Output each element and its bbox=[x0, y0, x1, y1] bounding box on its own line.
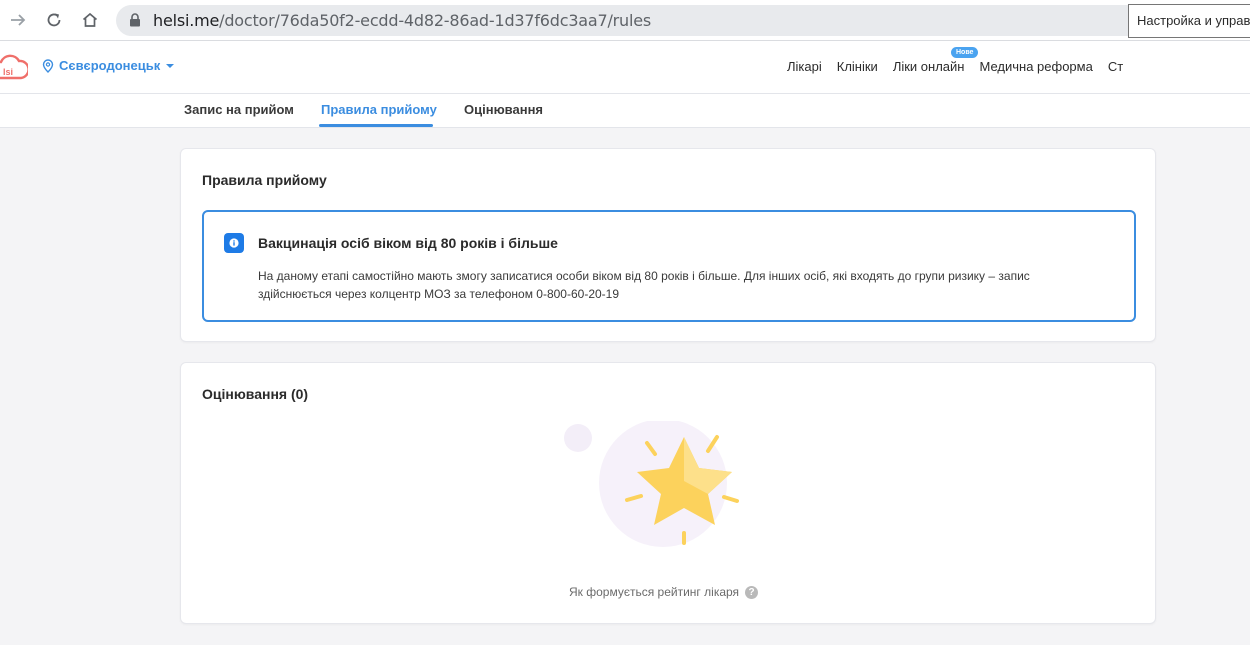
tab-rules[interactable]: Правила прийому bbox=[321, 102, 437, 117]
address-bar[interactable]: helsi.me/doctor/76da50f2-ecdd-4d82-86ad-… bbox=[116, 5, 1240, 36]
city-name: Сєвєродонецьк bbox=[59, 58, 161, 73]
cloud-logo-icon: lsi bbox=[0, 54, 30, 80]
location-pin-icon bbox=[42, 58, 54, 73]
forward-button[interactable] bbox=[6, 8, 30, 32]
lock-icon bbox=[130, 13, 140, 27]
info-title: Вакцинація осіб віком від 80 років і біл… bbox=[258, 235, 558, 251]
url-text: helsi.me/doctor/76da50f2-ecdd-4d82-86ad-… bbox=[153, 11, 651, 30]
city-selector[interactable]: Сєвєродонецьк bbox=[42, 58, 175, 73]
question-icon: ? bbox=[745, 585, 759, 599]
empty-rating-illustration bbox=[561, 419, 751, 556]
rating-explanation-text: Як формується рейтинг лікаря bbox=[569, 585, 740, 599]
nav-doctors[interactable]: Лікарі bbox=[787, 59, 822, 74]
nav-medicines-online[interactable]: Ліки онлайн bbox=[893, 59, 965, 74]
site-header: lsi Сєвєродонецьк Лікарі Клініки Ліки он… bbox=[0, 41, 1250, 94]
nav-medical-reform[interactable]: Медична реформа bbox=[979, 59, 1092, 74]
home-icon bbox=[82, 12, 98, 27]
rating-card: Оцінювання (0) Як формується рейтинг лік… bbox=[180, 362, 1156, 624]
info-text: На даному етапі самостійно мають змогу з… bbox=[258, 269, 1030, 301]
rules-card-title: Правила прийому bbox=[202, 172, 327, 188]
info-i-icon bbox=[229, 238, 239, 248]
reload-icon bbox=[47, 13, 61, 27]
star-illustration-icon bbox=[564, 419, 739, 547]
nav-clinics[interactable]: Клініки bbox=[837, 59, 878, 74]
rating-explanation-link[interactable]: Як формується рейтинг лікаря ? bbox=[569, 585, 759, 599]
tab-appointment[interactable]: Запис на прийом bbox=[184, 102, 294, 117]
info-notice: Вакцинація осіб віком від 80 років і біл… bbox=[202, 210, 1136, 322]
url-path: /doctor/76da50f2-ecdd-4d82-86ad-1d37f6dc… bbox=[219, 11, 652, 30]
helsi-logo[interactable]: lsi bbox=[0, 52, 30, 89]
browser-tooltip: Настройка и управ bbox=[1128, 4, 1250, 38]
browser-toolbar: helsi.me/doctor/76da50f2-ecdd-4d82-86ad-… bbox=[0, 0, 1250, 41]
tab-rating[interactable]: Оцінювання bbox=[464, 102, 543, 117]
top-navigation: Лікарі Клініки Ліки онлайн Медична рефор… bbox=[787, 59, 1138, 74]
info-icon bbox=[224, 233, 244, 253]
nav-truncated[interactable]: Ст bbox=[1108, 59, 1123, 74]
reload-button[interactable] bbox=[42, 8, 66, 32]
url-host: helsi.me bbox=[153, 11, 220, 30]
active-tab-indicator bbox=[319, 124, 433, 127]
svg-text:lsi: lsi bbox=[3, 67, 13, 77]
rating-card-title: Оцінювання (0) bbox=[202, 386, 309, 402]
rules-card: Правила прийому Вакцинація осіб віком ві… bbox=[180, 148, 1156, 342]
arrow-right-icon bbox=[11, 14, 26, 26]
caret-down-icon bbox=[166, 63, 175, 68]
new-badge: Нове bbox=[951, 47, 979, 58]
doctor-tabs: Запис на прийом Правила прийому Оцінюван… bbox=[0, 94, 1250, 128]
home-button[interactable] bbox=[78, 8, 102, 32]
